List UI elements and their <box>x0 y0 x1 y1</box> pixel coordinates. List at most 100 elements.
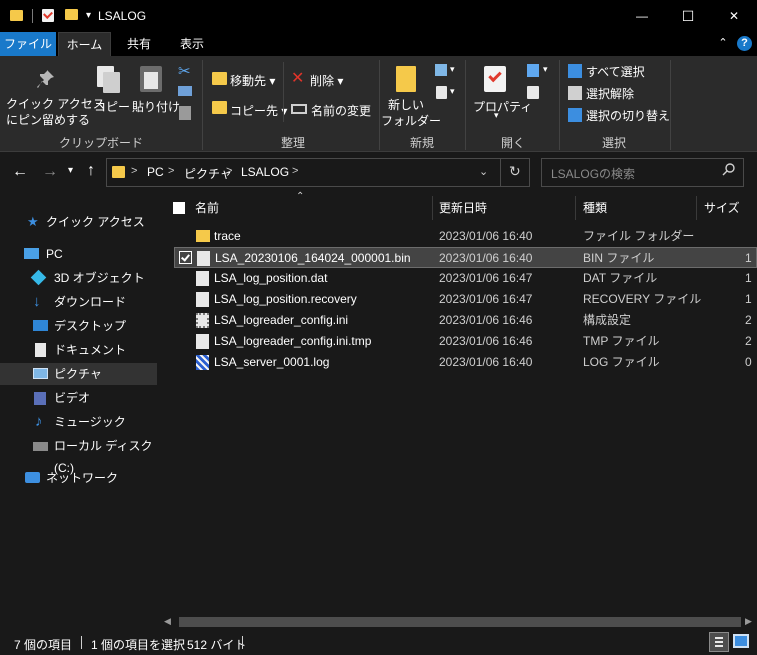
sidebar-item-pictures[interactable]: ピクチャ <box>0 363 157 385</box>
file-modified: 2023/01/06 16:40 <box>439 229 533 243</box>
new-item-icon[interactable] <box>435 64 447 76</box>
help-icon[interactable]: ? <box>737 36 752 51</box>
scroll-right-icon[interactable]: ▶ <box>745 616 752 627</box>
folder-icon <box>10 10 23 21</box>
sidebar-item-quick-access[interactable]: ★ クイック アクセス <box>0 211 157 233</box>
open-dropdown-icon[interactable]: ▾ <box>543 64 548 75</box>
sidebar-item-music[interactable]: ♪ ミュージック <box>0 411 157 433</box>
folder-icon <box>112 166 125 178</box>
divider[interactable] <box>575 196 576 220</box>
breadcrumb-pc[interactable]: PC <box>147 165 164 179</box>
edit-icon[interactable] <box>527 86 539 99</box>
video-icon <box>34 392 46 405</box>
properties-button[interactable]: プロパティ <box>473 98 532 115</box>
folder-icon <box>196 230 210 242</box>
properties-dropdown-icon[interactable]: ▾ <box>494 110 499 121</box>
select-all-button[interactable]: すべて選択 <box>586 63 645 80</box>
table-row[interactable]: LSA_logreader_config.ini 2023/01/06 16:4… <box>174 310 757 331</box>
table-row[interactable]: trace 2023/01/06 16:40 ファイル フォルダー <box>174 226 757 247</box>
tab-view[interactable]: 表示 <box>166 32 218 56</box>
file-size: 1 <box>745 251 752 265</box>
sidebar-item-label: デスクトップ <box>54 319 127 333</box>
sidebar-item-desktop[interactable]: デスクトップ <box>0 315 157 337</box>
tab-home[interactable]: ホーム <box>58 32 111 56</box>
sidebar-item-network[interactable]: ネットワーク <box>0 467 157 489</box>
sidebar-item-label: ミュージック <box>54 415 126 429</box>
breadcrumb-separator: > <box>226 165 233 177</box>
minimize-button[interactable]: — <box>619 0 665 32</box>
forward-arrow-icon[interactable]: → <box>42 163 58 181</box>
search-icon[interactable] <box>722 162 736 176</box>
select-none-button[interactable]: 選択解除 <box>586 85 634 102</box>
sidebar-item-label: ビデオ <box>54 391 91 405</box>
sidebar-item-videos[interactable]: ビデオ <box>0 387 157 409</box>
delete-button[interactable]: 削除 ▾ <box>310 72 343 89</box>
tab-file[interactable]: ファイル <box>0 32 56 56</box>
new-item-dropdown-icon[interactable]: ▾ <box>450 64 455 75</box>
file-name: LSA_logreader_config.ini.tmp <box>214 334 372 348</box>
easy-access-icon[interactable] <box>436 86 447 99</box>
invert-selection-button[interactable]: 選択の切り替え <box>586 107 670 124</box>
recent-locations-icon[interactable]: ▾ <box>68 165 73 176</box>
copy-path-icon[interactable] <box>178 86 192 96</box>
qat-dropdown-icon[interactable]: ▾ <box>86 10 91 21</box>
divider[interactable] <box>432 196 433 220</box>
easy-access-dropdown-icon[interactable]: ▾ <box>450 86 455 97</box>
column-header-modified[interactable]: 更新日時 <box>439 196 487 220</box>
maximize-button[interactable]: ☐ <box>665 0 711 32</box>
delete-label: 削除 <box>310 74 335 88</box>
cut-icon[interactable]: ✂ <box>178 62 191 80</box>
status-selection: 1 個の項目を選択 <box>91 638 186 652</box>
sidebar-item-3d-objects[interactable]: 3D オブジェクト <box>0 267 157 289</box>
copy-button[interactable]: コピー <box>94 98 130 115</box>
paste-button[interactable]: 貼り付け <box>132 98 180 115</box>
copy-icon-back <box>103 72 120 93</box>
large-icons-view-icon[interactable] <box>733 634 749 648</box>
download-arrow-icon: ↓ <box>33 293 41 310</box>
sidebar-item-downloads[interactable]: ↓ ダウンロード <box>0 291 157 313</box>
up-arrow-icon[interactable]: ↑ <box>87 162 95 180</box>
chevron-up-icon[interactable]: ⌃ <box>716 36 730 50</box>
new-folder-icon <box>396 66 416 92</box>
scrollbar-thumb[interactable] <box>179 617 741 627</box>
file-name: LSA_server_0001.log <box>214 355 330 369</box>
table-row[interactable]: LSA_logreader_config.ini.tmp 2023/01/06 … <box>174 331 757 352</box>
open-icon[interactable] <box>527 64 539 77</box>
file-type: BIN ファイル <box>583 251 655 265</box>
status-selection-size: 512 バイト <box>187 638 247 652</box>
details-view-icon[interactable] <box>709 632 729 652</box>
breadcrumb-pictures[interactable]: ピクチャ <box>184 165 232 182</box>
address-history-chevron-icon[interactable]: ⌄ <box>479 165 488 178</box>
table-row[interactable]: LSA_log_position.recovery 2023/01/06 16:… <box>174 289 757 310</box>
column-header-name[interactable]: 名前 <box>195 196 219 220</box>
refresh-icon[interactable]: ↻ <box>509 163 521 180</box>
sidebar-item-pc[interactable]: PC <box>0 243 157 265</box>
tab-share[interactable]: 共有 <box>113 32 165 56</box>
divider[interactable] <box>696 196 697 220</box>
copy-to-button[interactable]: コピー先 ▾ <box>230 102 287 119</box>
invert-selection-icon <box>568 108 582 122</box>
sidebar-item-local-disk[interactable]: ローカル ディスク (C:) <box>0 435 157 475</box>
column-header-size[interactable]: サイズ <box>704 196 740 220</box>
scroll-left-icon[interactable]: ◀ <box>164 616 171 627</box>
properties-check-icon[interactable] <box>42 9 54 22</box>
breadcrumb-lsalog[interactable]: LSALOG <box>241 165 289 179</box>
table-row[interactable]: LSA_server_0001.log 2023/01/06 16:40 LOG… <box>174 352 757 373</box>
move-to-label: 移動先 <box>230 74 267 88</box>
column-header-type[interactable]: 種類 <box>583 196 607 220</box>
minimize-icon: — <box>636 9 648 23</box>
row-checkbox[interactable] <box>179 251 192 264</box>
paste-shortcut-icon[interactable] <box>179 106 191 120</box>
pin-quick-access-button[interactable]: クイック アクセス にピン留めする <box>6 96 105 128</box>
new-folder-button[interactable]: 新しい フォルダー <box>381 97 441 129</box>
new-folder-icon[interactable] <box>65 9 78 20</box>
table-row[interactable]: LSA_20230106_164024_000001.bin 2023/01/0… <box>174 247 757 268</box>
table-row[interactable]: LSA_log_position.dat 2023/01/06 16:47 DA… <box>174 268 757 289</box>
move-to-button[interactable]: 移動先 ▾ <box>230 72 275 89</box>
close-button[interactable]: ✕ <box>711 0 757 32</box>
sidebar-item-documents[interactable]: ドキュメント <box>0 339 157 361</box>
sidebar-resizer[interactable] <box>157 195 160 629</box>
back-arrow-icon[interactable]: ← <box>12 163 28 181</box>
rename-button[interactable]: 名前の変更 <box>311 102 371 119</box>
select-all-checkbox[interactable] <box>173 202 185 214</box>
